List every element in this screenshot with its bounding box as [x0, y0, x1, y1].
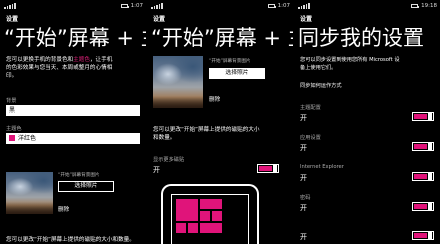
more-tiles-label: 显示更多磁贴	[153, 157, 185, 163]
signal-icon	[298, 3, 310, 9]
signal-icon	[4, 3, 16, 9]
tile	[200, 223, 222, 233]
status-time: 1:07	[277, 3, 290, 9]
signal-icon	[151, 3, 163, 9]
accent-link[interactable]: 主题色	[73, 57, 90, 63]
battery-icon	[411, 4, 420, 8]
background-value: 黑	[9, 107, 16, 114]
tile	[200, 211, 210, 221]
desc-line1: 您可以更换手机的背景色和	[6, 57, 74, 63]
sync-description: 您可以同步设置到使用您所有 Microsoft 设 备上使用它们。	[300, 56, 400, 72]
setting-value: 开	[300, 144, 307, 152]
setting-label: 应用设置	[300, 135, 321, 141]
delete-button[interactable]: 删除	[209, 95, 220, 103]
tile	[176, 199, 198, 221]
screenshot-collage: 1:07 设置 “开始”屏幕 + 主 您可以更换手机的背景色和主题色，让手机 的…	[0, 0, 440, 244]
setting-toggle[interactable]	[412, 172, 434, 181]
more-tiles-toggle[interactable]	[257, 164, 279, 173]
desc-line2: 的色彩效果与您当天、本周或整月的心情相	[6, 65, 113, 71]
accent-select[interactable]: 洋红色	[6, 133, 140, 144]
sync-desc-line1: 您可以同步设置到使用您所有 Microsoft 设	[300, 57, 400, 63]
setting-toggle[interactable]	[412, 142, 434, 151]
bottom-text: 您可以更改“开始”屏幕上提供的磁贴的大小和数量。	[6, 237, 135, 243]
battery-icon	[120, 4, 129, 8]
setting-label: 主题配置	[300, 105, 321, 111]
status-bar: 19:18	[298, 2, 437, 10]
setting-label: Internet Explorer	[300, 164, 344, 170]
background-thumbnail[interactable]	[153, 56, 203, 108]
page-title: 同步我的设置	[298, 26, 424, 50]
description: 您可以更换手机的背景色和主题色，让手机 的色彩效果与您当天、本周或整月的心情相 …	[6, 56, 144, 80]
phone-preview	[161, 184, 259, 244]
background-label: 背景	[6, 98, 17, 104]
setting-toggle[interactable]	[412, 112, 434, 121]
setting-value: 开	[300, 233, 307, 241]
sync-how-link[interactable]: 同步如何运作方式	[300, 82, 342, 90]
page-title: “开始”屏幕 + 主	[151, 26, 293, 50]
settings-start-tiles-screen: 1:07 设置 “开始”屏幕 + 主 “开始”屏幕背景图片 选择照片 删除 您可…	[147, 0, 293, 244]
setting-label: 密码	[300, 195, 311, 201]
sync-desc-line2: 备上使用它们。	[300, 65, 337, 71]
background-thumbnail[interactable]	[6, 172, 53, 214]
tile-grid	[176, 199, 244, 233]
delete-button[interactable]: 删除	[58, 205, 69, 213]
status-time: 19:18	[421, 3, 437, 9]
thumb-caption: “开始”屏幕背景图片	[58, 173, 100, 178]
accent-value: 洋红色	[18, 135, 37, 142]
setting-value: 开	[300, 174, 307, 182]
status-time: 1:07	[130, 3, 143, 9]
setting-toggle[interactable]	[412, 202, 434, 211]
tile	[200, 199, 222, 209]
tiles-description: 您可以更改“开始”屏幕上提供的磁贴的大小 和数量。	[153, 126, 259, 142]
page-title: “开始”屏幕 + 主	[4, 26, 146, 50]
tiles-desc-line1: 您可以更改“开始”屏幕上提供的磁贴的大小	[153, 127, 260, 133]
background-select[interactable]: 黑	[6, 105, 140, 116]
setting-value: 开	[300, 114, 307, 122]
more-tiles-value: 开	[153, 166, 160, 174]
accent-swatch	[9, 135, 15, 141]
desc-line1-tail: ，让手机	[89, 57, 113, 63]
thumb-caption: “开始”屏幕背景图片	[209, 59, 251, 64]
status-bar: 1:07	[4, 2, 143, 10]
settings-start-theme-screen: 1:07 设置 “开始”屏幕 + 主 您可以更换手机的背景色和主题色，让手机 的…	[0, 0, 146, 244]
choose-photo-button[interactable]: 选择照片	[209, 68, 265, 79]
tiles-desc-line2: 和数量。	[153, 135, 176, 141]
setting-toggle[interactable]	[412, 231, 434, 240]
choose-photo-button[interactable]: 选择照片	[58, 181, 114, 192]
desc-line3: 印。	[6, 73, 18, 79]
phone-preview-screen	[171, 194, 249, 244]
tile	[212, 211, 222, 221]
battery-icon	[267, 4, 276, 8]
settings-sync-screen: 19:18 设置 同步我的设置 您可以同步设置到使用您所有 Microsoft …	[294, 0, 440, 244]
setting-value: 开	[300, 204, 307, 212]
tile	[188, 223, 198, 233]
status-bar: 1:07	[151, 2, 290, 10]
tile	[176, 223, 186, 233]
accent-label: 主题色	[6, 126, 22, 132]
